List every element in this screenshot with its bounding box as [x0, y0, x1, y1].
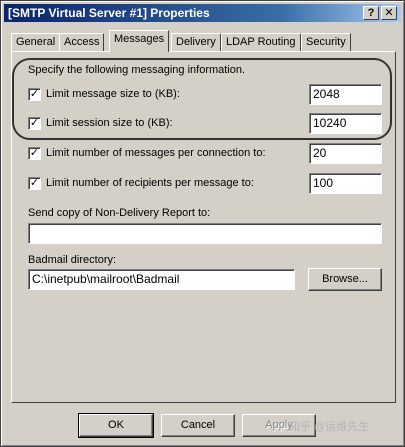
help-button[interactable]: ?	[363, 6, 379, 20]
badmail-label: Badmail directory:	[28, 254, 117, 266]
ndr-copy-input[interactable]	[28, 223, 382, 244]
check-icon: ✓	[29, 177, 40, 189]
tab-messages[interactable]: Messages	[109, 30, 170, 52]
check-icon: ✓	[29, 147, 40, 159]
intro-text: Specify the following messaging informat…	[28, 64, 246, 76]
limit-messages-per-connection-checkbox[interactable]: ✓	[28, 147, 41, 160]
check-icon: ✓	[29, 88, 40, 100]
ok-button[interactable]: OK	[78, 413, 154, 438]
tab-access[interactable]: Access	[59, 33, 105, 51]
limit-recipients-per-message-checkbox[interactable]: ✓	[28, 177, 41, 190]
tab-security[interactable]: Security	[301, 33, 351, 51]
close-button[interactable]: ✕	[381, 6, 397, 20]
tab-general[interactable]: General	[11, 33, 61, 51]
window-title: [SMTP Virtual Server #1] Properties	[8, 6, 210, 20]
close-icon: ✕	[384, 7, 394, 19]
check-icon: ✓	[29, 117, 40, 129]
limit-session-size-label: Limit session size to (KB):	[46, 117, 173, 129]
limit-message-size-checkbox[interactable]: ✓	[28, 88, 41, 101]
help-icon: ?	[367, 7, 375, 19]
limit-session-size-input[interactable]: 10240	[309, 113, 382, 134]
limit-recipients-per-message-input[interactable]: 100	[309, 173, 382, 194]
limit-session-size-checkbox[interactable]: ✓	[28, 117, 41, 130]
limit-messages-per-connection-input[interactable]: 20	[309, 143, 382, 164]
cancel-button[interactable]: Cancel	[161, 414, 235, 437]
properties-dialog: [SMTP Virtual Server #1] Properties ? ✕ …	[0, 0, 405, 447]
ndr-copy-label: Send copy of Non-Delivery Report to:	[28, 207, 211, 219]
limit-message-size-label: Limit message size to (KB):	[46, 88, 180, 100]
title-bar[interactable]: [SMTP Virtual Server #1] Properties ? ✕	[4, 4, 401, 22]
limit-message-size-input[interactable]: 2048	[309, 84, 382, 105]
tab-ldap-routing[interactable]: LDAP Routing	[221, 33, 301, 51]
badmail-directory-input[interactable]: C:\inetpub\mailroot\Badmail	[28, 269, 295, 290]
limit-recipients-per-message-label: Limit number of recipients per message t…	[46, 177, 254, 189]
limit-messages-per-connection-label: Limit number of messages per connection …	[46, 147, 266, 159]
watermark: 知乎 @运维先生	[289, 421, 370, 433]
tab-delivery[interactable]: Delivery	[171, 33, 221, 51]
browse-button[interactable]: Browse...	[308, 268, 382, 291]
